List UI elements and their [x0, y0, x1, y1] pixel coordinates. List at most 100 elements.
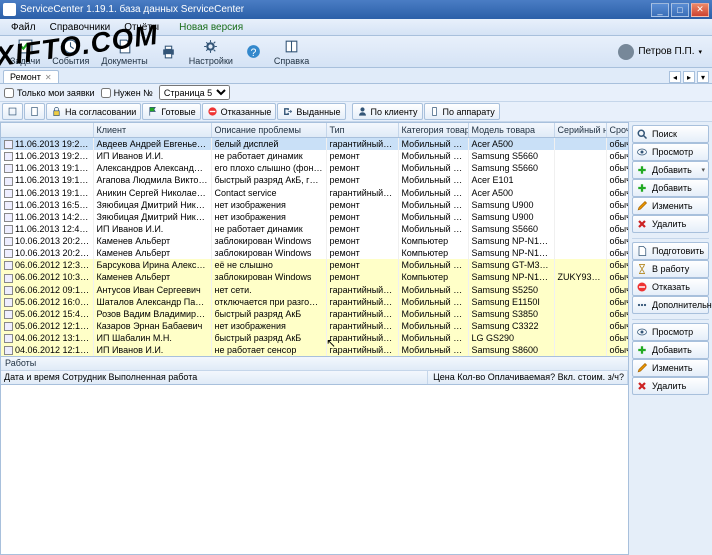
table-row[interactable]: 11.06.2013 16:58 3112Зяюбицая Дмитрий Ни…: [1, 199, 629, 211]
table-row[interactable]: 11.06.2013 19:21 3120Авдеев Андрей Евген…: [1, 138, 629, 151]
filter-box-button[interactable]: [2, 103, 23, 120]
side-изменить-button[interactable]: Изменить: [632, 359, 709, 377]
table-row[interactable]: 10.06.2013 20:22 3104Каменев Альбертзабл…: [1, 235, 629, 247]
orders-grid[interactable]: КлиентОписание проблемыТипКатегория това…: [0, 122, 629, 357]
filter-device-button[interactable]: По аппарату: [424, 103, 500, 120]
works-body[interactable]: [1, 385, 628, 554]
menu-reports[interactable]: Отчёты: [117, 20, 166, 35]
side-отказать-button[interactable]: Отказать: [632, 278, 709, 296]
sidebar: ПоискПросмотрДобавитьДобавитьИзменитьУда…: [629, 122, 712, 555]
side-просмотр-button[interactable]: Просмотр: [632, 323, 709, 341]
filter-person-button[interactable]: По клиенту: [352, 103, 423, 120]
toolbar-doc-button[interactable]: Документы: [95, 37, 153, 67]
side-добавить-button[interactable]: Добавить: [632, 161, 709, 179]
works-columns: Дата и время Сотрудник Выполненная работ…: [1, 371, 628, 385]
x-icon: [636, 380, 648, 392]
minimize-button[interactable]: _: [651, 3, 669, 17]
toolbar-print-button[interactable]: [154, 37, 183, 67]
row-status-icon: [4, 286, 13, 295]
menu-new-version[interactable]: Новая версия: [172, 20, 250, 35]
tab-close-icon[interactable]: ✕: [45, 73, 52, 82]
toolbar-clock-button[interactable]: События: [46, 37, 95, 67]
filter-out-button[interactable]: Выданные: [277, 103, 345, 120]
table-row[interactable]: 05.06.2012 12:19 3095Казаров Эрнан Бабае…: [1, 320, 629, 332]
book-icon: [283, 38, 300, 55]
table-row[interactable]: 11.06.2013 12:46 3107ИП Иванов И.И.не ра…: [1, 223, 629, 235]
col-model[interactable]: Модель товара: [468, 123, 554, 138]
filter-page-button[interactable]: [24, 103, 45, 120]
side-в работу-button[interactable]: В работу: [632, 260, 709, 278]
col-urg[interactable]: Срочность: [606, 123, 629, 138]
menu-file[interactable]: Файл: [4, 20, 43, 35]
only-mine-checkbox[interactable]: Только мои заявки: [4, 88, 95, 98]
table-row[interactable]: 04.06.2012 12:18 3092ИП Иванов И.И.не ра…: [1, 344, 629, 356]
table-row[interactable]: 06.06.2012 12:39 3100Барсукова Ирина Але…: [1, 259, 629, 271]
x-icon: [636, 218, 648, 230]
filter-lock-button[interactable]: На согласовании: [46, 103, 141, 120]
side-добавить-button[interactable]: Добавить: [632, 179, 709, 197]
window-title: ServiceCenter 1.19.1. база данных Servic…: [20, 4, 244, 15]
box-icon: [7, 106, 18, 117]
titlebar: ServiceCenter 1.19.1. база данных Servic…: [0, 0, 712, 19]
status-filter-toolbar: На согласованииГотовыеОтказанныеВыданные…: [0, 102, 712, 122]
side-изменить-button[interactable]: Изменить: [632, 197, 709, 215]
filter-stop-button[interactable]: Отказанные: [202, 103, 277, 120]
col-serial[interactable]: Серийный номер: [554, 123, 606, 138]
col-type[interactable]: Тип: [326, 123, 398, 138]
table-row[interactable]: 11.06.2013 19:18 3117Агапова Людмила Вик…: [1, 174, 629, 186]
col-date[interactable]: [1, 123, 93, 138]
row-status-icon: [4, 237, 13, 246]
toolbar-gear-button[interactable]: Настройки: [183, 37, 239, 67]
lock-icon: [51, 106, 62, 117]
table-row[interactable]: 11.06.2013 14:27 3111Зяюбицая Дмитрий Ни…: [1, 211, 629, 223]
table-row[interactable]: 11.06.2013 19:20 3119ИП Иванов И.И.не ра…: [1, 150, 629, 162]
col-cat[interactable]: Категория товара: [398, 123, 468, 138]
side-удалить-button[interactable]: Удалить: [632, 377, 709, 395]
table-row[interactable]: 11.06.2013 19:19 3118Александров Алексан…: [1, 162, 629, 174]
tab-nav-left-icon[interactable]: ◂: [669, 71, 681, 83]
side-поиск-button[interactable]: Поиск: [632, 125, 709, 143]
tab-repair[interactable]: Ремонт ✕: [3, 70, 59, 83]
filter-flag-button[interactable]: Готовые: [142, 103, 200, 120]
row-status-icon: [4, 346, 13, 355]
side-дополнительно-button[interactable]: Дополнительно: [632, 296, 709, 314]
col-desc[interactable]: Описание проблемы: [211, 123, 326, 138]
maximize-button[interactable]: □: [671, 3, 689, 17]
side-удалить-button[interactable]: Удалить: [632, 215, 709, 233]
table-row[interactable]: 06.06.2012 10:38 3099Каменев Альбертзабл…: [1, 271, 629, 283]
app-icon: [3, 3, 16, 16]
row-status-icon: [4, 310, 13, 319]
clock-icon: [62, 38, 79, 55]
toolbar-book-button[interactable]: Справка: [268, 37, 315, 67]
table-row[interactable]: 05.06.2012 16:08 3097Шаталов Александр П…: [1, 296, 629, 308]
menu-refs[interactable]: Справочники: [43, 20, 118, 35]
side-подготовить-button[interactable]: Подготовить: [632, 242, 709, 260]
table-row[interactable]: 06.06.2012 09:19 3098Антусов Иван Сергее…: [1, 284, 629, 296]
gear-icon: [202, 38, 219, 55]
side-добавить-button[interactable]: Добавить: [632, 341, 709, 359]
toolbar-help-button[interactable]: ?: [239, 37, 268, 67]
toolbar-task-button[interactable]: Задачи: [4, 37, 46, 67]
avatar-icon: [618, 44, 634, 60]
table-row[interactable]: 11.06.2013 19:18 3116Аникин Сергей Никол…: [1, 187, 629, 199]
row-status-icon: [4, 140, 13, 149]
eye-icon: [636, 146, 648, 158]
row-status-icon: [4, 322, 13, 331]
stop-icon: [636, 281, 648, 293]
row-status-icon: [4, 334, 13, 343]
table-row[interactable]: 04.06.2012 13:10 3094ИП Шабалин М.Н.быст…: [1, 332, 629, 344]
table-row[interactable]: 10.06.2013 20:21 3103Каменев Альбертзабл…: [1, 247, 629, 259]
tab-nav-right-icon[interactable]: ▸: [683, 71, 695, 83]
user-box[interactable]: Петров П.П.▾: [618, 44, 708, 60]
col-client[interactable]: Клиент: [93, 123, 211, 138]
row-status-icon: [4, 201, 13, 210]
tab-list-icon[interactable]: ▾: [697, 71, 709, 83]
search-icon: [636, 128, 648, 140]
pencil-icon: [636, 362, 648, 374]
row-status-icon: [4, 249, 13, 258]
need-num-checkbox[interactable]: Нужен №: [101, 88, 153, 98]
page-select[interactable]: Страница 5: [159, 85, 230, 100]
close-button[interactable]: ✕: [691, 3, 709, 17]
table-row[interactable]: 05.06.2012 15:49 3096Розов Вадим Владими…: [1, 308, 629, 320]
side-просмотр-button[interactable]: Просмотр: [632, 143, 709, 161]
